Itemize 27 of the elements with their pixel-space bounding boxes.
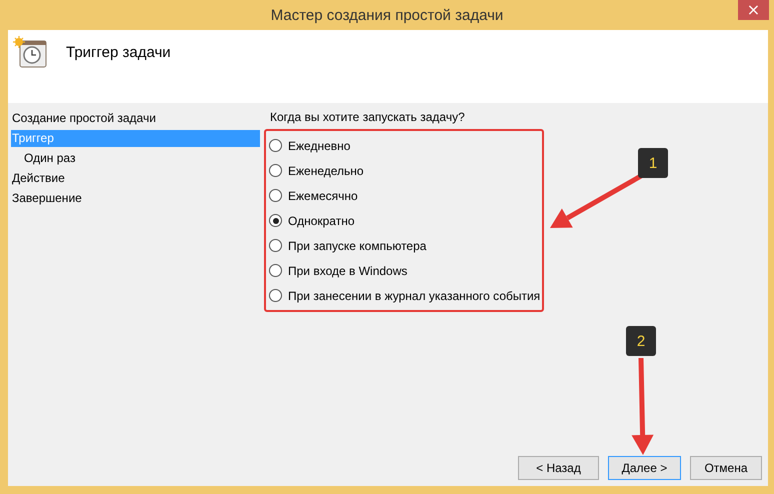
wizard-button[interactable]: Отмена — [690, 456, 762, 480]
radio-button[interactable] — [269, 239, 282, 252]
radio-label[interactable]: Еженедельно — [288, 164, 364, 178]
radio-label[interactable]: При занесении в журнал указанного события — [288, 288, 540, 302]
wizard-step[interactable]: Завершение — [8, 188, 260, 208]
close-button[interactable]: × — [738, 0, 769, 20]
wizard-button[interactable]: < Назад — [518, 456, 599, 480]
radio-button[interactable] — [269, 264, 282, 277]
step-number-badge: 2 — [626, 326, 656, 356]
page-heading: Триггер задачи — [66, 44, 171, 61]
step-number-badge: 1 — [638, 148, 668, 178]
radio-button[interactable] — [269, 164, 282, 177]
radio-button[interactable] — [269, 214, 282, 227]
question-label: Когда вы хотите запускать задачу? — [270, 110, 466, 124]
radio-button[interactable] — [269, 189, 282, 202]
radio-label[interactable]: Однократно — [288, 214, 355, 228]
radio-label[interactable]: Ежедневно — [288, 138, 350, 152]
wizard-step[interactable]: Действие — [8, 168, 260, 188]
radio-label[interactable]: При запуске компьютера — [288, 238, 426, 252]
wizard-step[interactable]: Создание простой задачи — [8, 108, 260, 128]
radio-label[interactable]: При входе в Windows — [288, 264, 408, 278]
window-title: Мастер создания простой задачи — [270, 6, 504, 24]
radio-button[interactable] — [269, 139, 282, 152]
radio-label[interactable]: Ежемесячно — [288, 188, 358, 202]
wizard-button[interactable]: Далее > — [608, 456, 681, 480]
radio-button[interactable] — [269, 289, 282, 302]
wizard-step[interactable]: Один раз — [8, 148, 260, 168]
